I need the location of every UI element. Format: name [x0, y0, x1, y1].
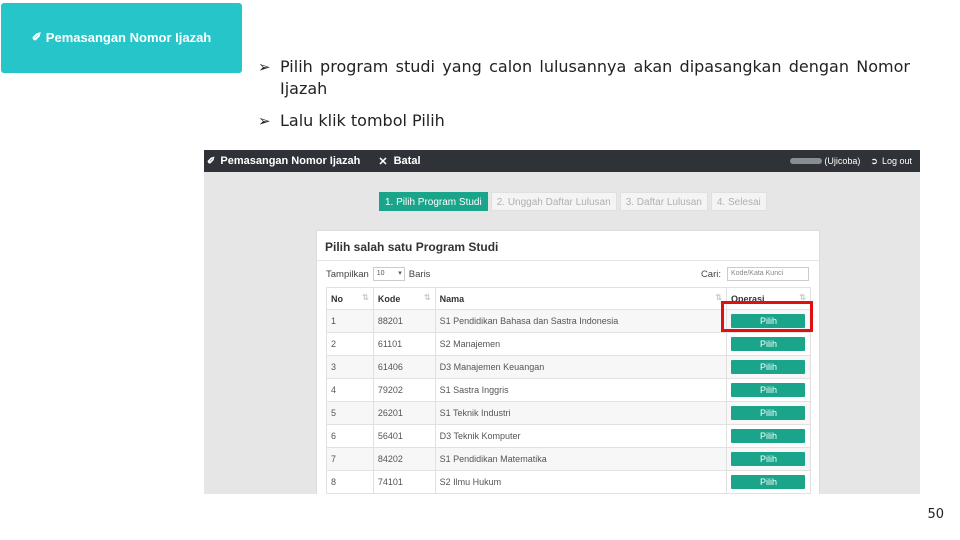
cell-kode: 56401 [372, 424, 436, 448]
table-row: 8 74101 S2 Ilmu Hukum Pilih [326, 470, 812, 494]
cell-kode: 79202 [372, 378, 436, 402]
cell-operasi: Pilih [725, 447, 812, 471]
chevron-down-icon: ▾ [398, 270, 402, 277]
wizard-steps: 1. Pilih Program Studi 2. Unggah Daftar … [379, 192, 767, 211]
cell-kode: 74101 [372, 470, 436, 494]
cell-operasi: Pilih [725, 378, 812, 402]
instruction-text: Pilih program studi yang calon lulusanny… [280, 57, 910, 98]
sort-icon: ⇅ [362, 293, 369, 302]
header-label: Kode [377, 293, 401, 304]
logout-icon: ➲ [870, 155, 878, 166]
step-pilih-program-studi[interactable]: 1. Pilih Program Studi [379, 192, 488, 211]
cell-no: 7 [326, 447, 374, 471]
instruction-item: ➢ Lalu klik tombol Pilih [258, 110, 910, 132]
header-label: No [331, 293, 343, 304]
cell-no: 1 [326, 309, 374, 333]
pilih-highlight-box [721, 301, 813, 332]
pilih-button[interactable]: Pilih [731, 452, 806, 466]
pilih-button[interactable]: Pilih [731, 475, 806, 489]
close-icon: ✕ [378, 155, 388, 168]
cell-nama: D3 Manajemen Keuangan [434, 355, 727, 379]
user-name-redacted [790, 158, 823, 164]
cell-no: 4 [326, 378, 374, 402]
cell-operasi: Pilih [725, 470, 812, 494]
cell-no: 6 [326, 424, 374, 448]
user-role: (Ujicoba) [824, 156, 861, 166]
page-length-select[interactable]: 10 ▾ [372, 267, 405, 281]
cell-operasi: Pilih [725, 401, 812, 425]
table-row: 6 56401 D3 Teknik Komputer Pilih [326, 424, 812, 448]
cell-nama: S1 Teknik Industri [434, 401, 727, 425]
table-row: 2 61101 S2 Manajemen Pilih [326, 332, 812, 356]
arrow-bullet-icon: ➢ [258, 112, 271, 130]
cell-kode: 26201 [372, 401, 436, 425]
cell-operasi: Pilih [725, 424, 812, 448]
pencil-icon: ✐ [31, 30, 42, 44]
panel-title: Pilih salah satu Program Studi [325, 240, 499, 254]
cell-no: 3 [326, 355, 374, 379]
cell-no: 5 [326, 401, 374, 425]
table-row: 3 61406 D3 Manajemen Keuangan Pilih [326, 355, 812, 379]
cell-operasi: Pilih [725, 332, 812, 356]
cell-kode: 61101 [372, 332, 436, 356]
cell-nama: S1 Pendidikan Bahasa dan Sastra Indonesi… [434, 309, 727, 333]
cell-kode: 84202 [372, 447, 436, 471]
program-studi-panel: Pilih salah satu Program Studi Tampilkan… [316, 230, 820, 494]
navbar-title-label: Pemasangan Nomor Ijazah [220, 155, 361, 167]
step-unggah-daftar-lulusan[interactable]: 2. Unggah Daftar Lulusan [490, 192, 617, 211]
slide-page-number: 50 [927, 507, 944, 522]
instruction-item: ➢ Pilih program studi yang calon lulusan… [258, 56, 910, 100]
page-length-control: Tampilkan 10 ▾ Baris [326, 267, 430, 281]
pilih-button[interactable]: Pilih [731, 337, 806, 351]
arrow-bullet-icon: ➢ [258, 58, 271, 76]
app-navbar: ✐ Pemasangan Nomor Ijazah ✕ Batal (Ujico… [204, 150, 920, 172]
header-label: Nama [439, 293, 465, 304]
cell-nama: S1 Sastra Inggris [434, 378, 727, 402]
navbar-user-area: (Ujicoba) ➲ Log out [790, 150, 912, 172]
cell-nama: S2 Manajemen [434, 332, 727, 356]
column-header-no[interactable]: No ⇅ [326, 287, 374, 310]
column-header-kode[interactable]: Kode ⇅ [372, 287, 436, 310]
navbar-title[interactable]: ✐ Pemasangan Nomor Ijazah [204, 155, 360, 167]
pilih-button[interactable]: Pilih [731, 429, 806, 443]
cell-kode: 88201 [372, 309, 436, 333]
slide-title: Pemasangan Nomor Ijazah [45, 29, 212, 45]
step-selesai[interactable]: 4. Selesai [710, 192, 767, 211]
step-daftar-lulusan[interactable]: 3. Daftar Lulusan [619, 192, 708, 211]
cell-nama: S1 Pendidikan Matematika [434, 447, 727, 471]
panel-divider [317, 260, 819, 261]
search-input[interactable]: Kode/Kata Kunci [727, 267, 809, 281]
pencil-icon: ✐ [207, 155, 216, 167]
cell-kode: 61406 [372, 355, 436, 379]
table-row: 7 84202 S1 Pendidikan Matematika Pilih [326, 447, 812, 471]
cell-operasi: Pilih [725, 355, 812, 379]
batal-button[interactable]: ✕ Batal [378, 155, 420, 168]
instruction-list: ➢ Pilih program studi yang calon lulusan… [258, 56, 910, 132]
pilih-button[interactable]: Pilih [731, 406, 806, 420]
pilih-button[interactable]: Pilih [731, 360, 806, 374]
rows-label: Baris [408, 268, 431, 280]
column-header-nama[interactable]: Nama ⇅ [434, 287, 727, 310]
cell-no: 8 [326, 470, 374, 494]
cell-nama: D3 Teknik Komputer [434, 424, 727, 448]
show-label: Tampilkan [326, 268, 369, 280]
search-label: Cari: [700, 268, 721, 280]
search-control: Cari: Kode/Kata Kunci [701, 267, 809, 281]
instruction-text: Lalu klik tombol Pilih [280, 111, 445, 130]
cell-no: 2 [326, 332, 374, 356]
page-length-value: 10 [376, 270, 385, 277]
table-row: 5 26201 S1 Teknik Industri Pilih [326, 401, 812, 425]
table-row: 4 79202 S1 Sastra Inggris Pilih [326, 378, 812, 402]
batal-label: Batal [393, 155, 421, 167]
logout-label: Log out [881, 156, 912, 166]
cell-nama: S2 Ilmu Hukum [434, 470, 727, 494]
sort-icon: ⇅ [423, 293, 431, 302]
slide-title-badge: ✐ Pemasangan Nomor Ijazah [1, 3, 242, 73]
pilih-button[interactable]: Pilih [731, 383, 806, 397]
logout-link[interactable]: ➲ Log out [870, 156, 912, 167]
